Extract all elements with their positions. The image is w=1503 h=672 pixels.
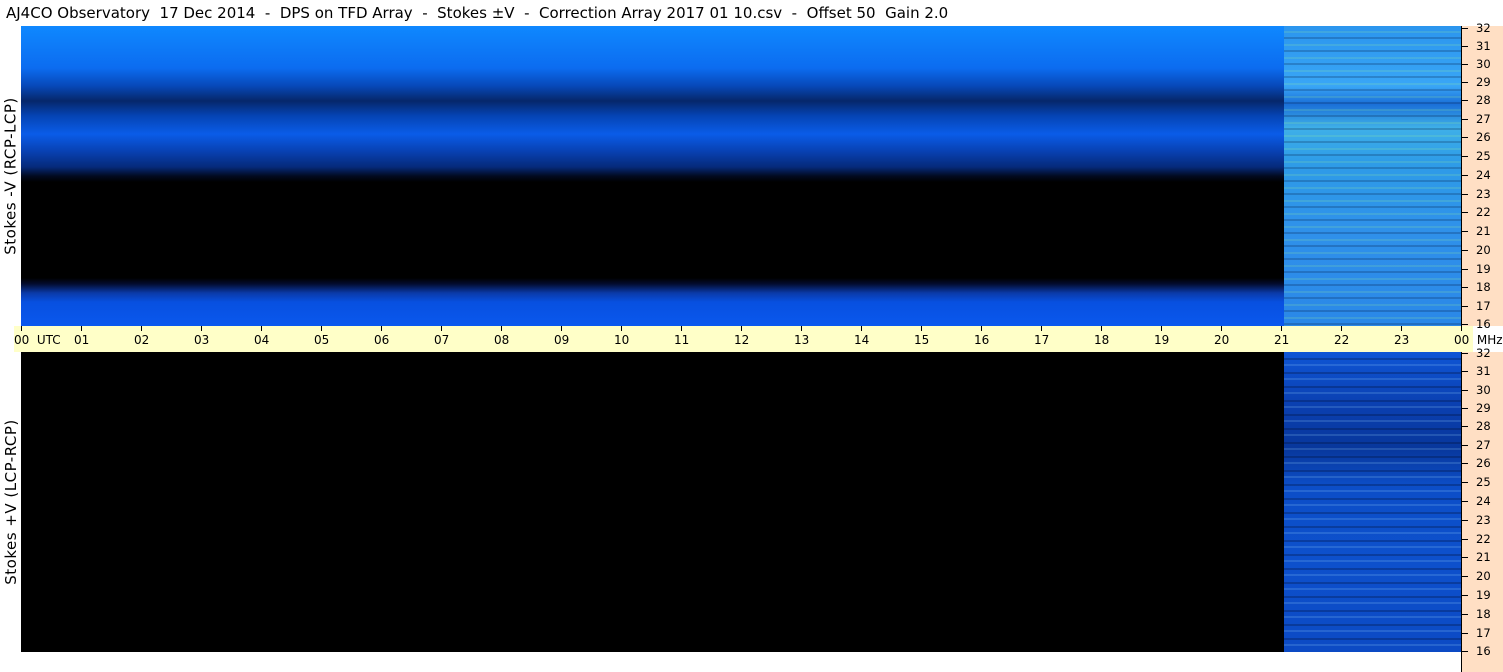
bottom-spectrogram-late <box>1284 352 1461 652</box>
freq-tick: 17 <box>1462 626 1503 640</box>
top-spectrogram-main <box>21 26 1284 326</box>
freq-tick: 22 <box>1462 532 1503 546</box>
freq-tick: 18 <box>1462 280 1503 294</box>
bottom-panel-label-text: Stokes +V (LCP-RCP) <box>2 419 20 585</box>
freq-tick: 25 <box>1462 149 1503 163</box>
top-spectrogram[interactable] <box>21 26 1461 326</box>
freq-tick: 28 <box>1462 419 1503 433</box>
freq-tick: 21 <box>1462 224 1503 238</box>
freq-tick: 23 <box>1462 513 1503 527</box>
top-panel-label: Stokes -V (RCP-LCP) <box>0 26 22 326</box>
freq-tick: 23 <box>1462 187 1503 201</box>
freq-tick: 17 <box>1462 299 1503 313</box>
freq-tick: 24 <box>1462 494 1503 508</box>
top-panel-label-text: Stokes -V (RCP-LCP) <box>2 97 20 255</box>
freq-tick: 31 <box>1462 39 1503 53</box>
freq-tick: 25 <box>1462 475 1503 489</box>
freq-tick: 18 <box>1462 607 1503 621</box>
freq-tick: 20 <box>1462 569 1503 583</box>
freq-tick: 26 <box>1462 130 1503 144</box>
freq-tick: 27 <box>1462 438 1503 452</box>
freq-tick: 16 <box>1462 644 1503 658</box>
freq-tick: 19 <box>1462 588 1503 602</box>
freq-tick: 26 <box>1462 456 1503 470</box>
freq-tick: 29 <box>1462 75 1503 89</box>
freq-tick: 22 <box>1462 205 1503 219</box>
freq-tick: 29 <box>1462 401 1503 415</box>
freq-tick: 20 <box>1462 243 1503 257</box>
freq-tick: 19 <box>1462 262 1503 276</box>
freq-tick: 24 <box>1462 168 1503 182</box>
top-spectrogram-late <box>1284 26 1461 326</box>
bottom-spectrogram-main <box>21 352 1284 652</box>
freq-tick: 31 <box>1462 364 1503 378</box>
window-title: AJ4CO Observatory 17 Dec 2014 - DPS on T… <box>0 0 1461 26</box>
freq-tick: 32 <box>1462 21 1503 35</box>
bottom-frequency-axis: 32 31 30 29 28 27 26 25 24 23 22 21 20 1… <box>1461 346 1503 672</box>
freq-tick: 27 <box>1462 112 1503 126</box>
freq-tick: 32 <box>1462 346 1503 360</box>
freq-tick: 30 <box>1462 383 1503 397</box>
freq-tick: 28 <box>1462 93 1503 107</box>
top-frequency-axis: 32 31 30 29 28 27 26 25 24 23 22 21 20 1… <box>1461 21 1503 331</box>
freq-tick: 30 <box>1462 57 1503 71</box>
freq-tick: 21 <box>1462 550 1503 564</box>
time-axis: 00 UTC 01 02 03 04 05 06 07 08 09 10 11 … <box>14 326 1503 352</box>
bottom-spectrogram[interactable] <box>21 352 1461 652</box>
bottom-panel-label: Stokes +V (LCP-RCP) <box>0 352 22 652</box>
